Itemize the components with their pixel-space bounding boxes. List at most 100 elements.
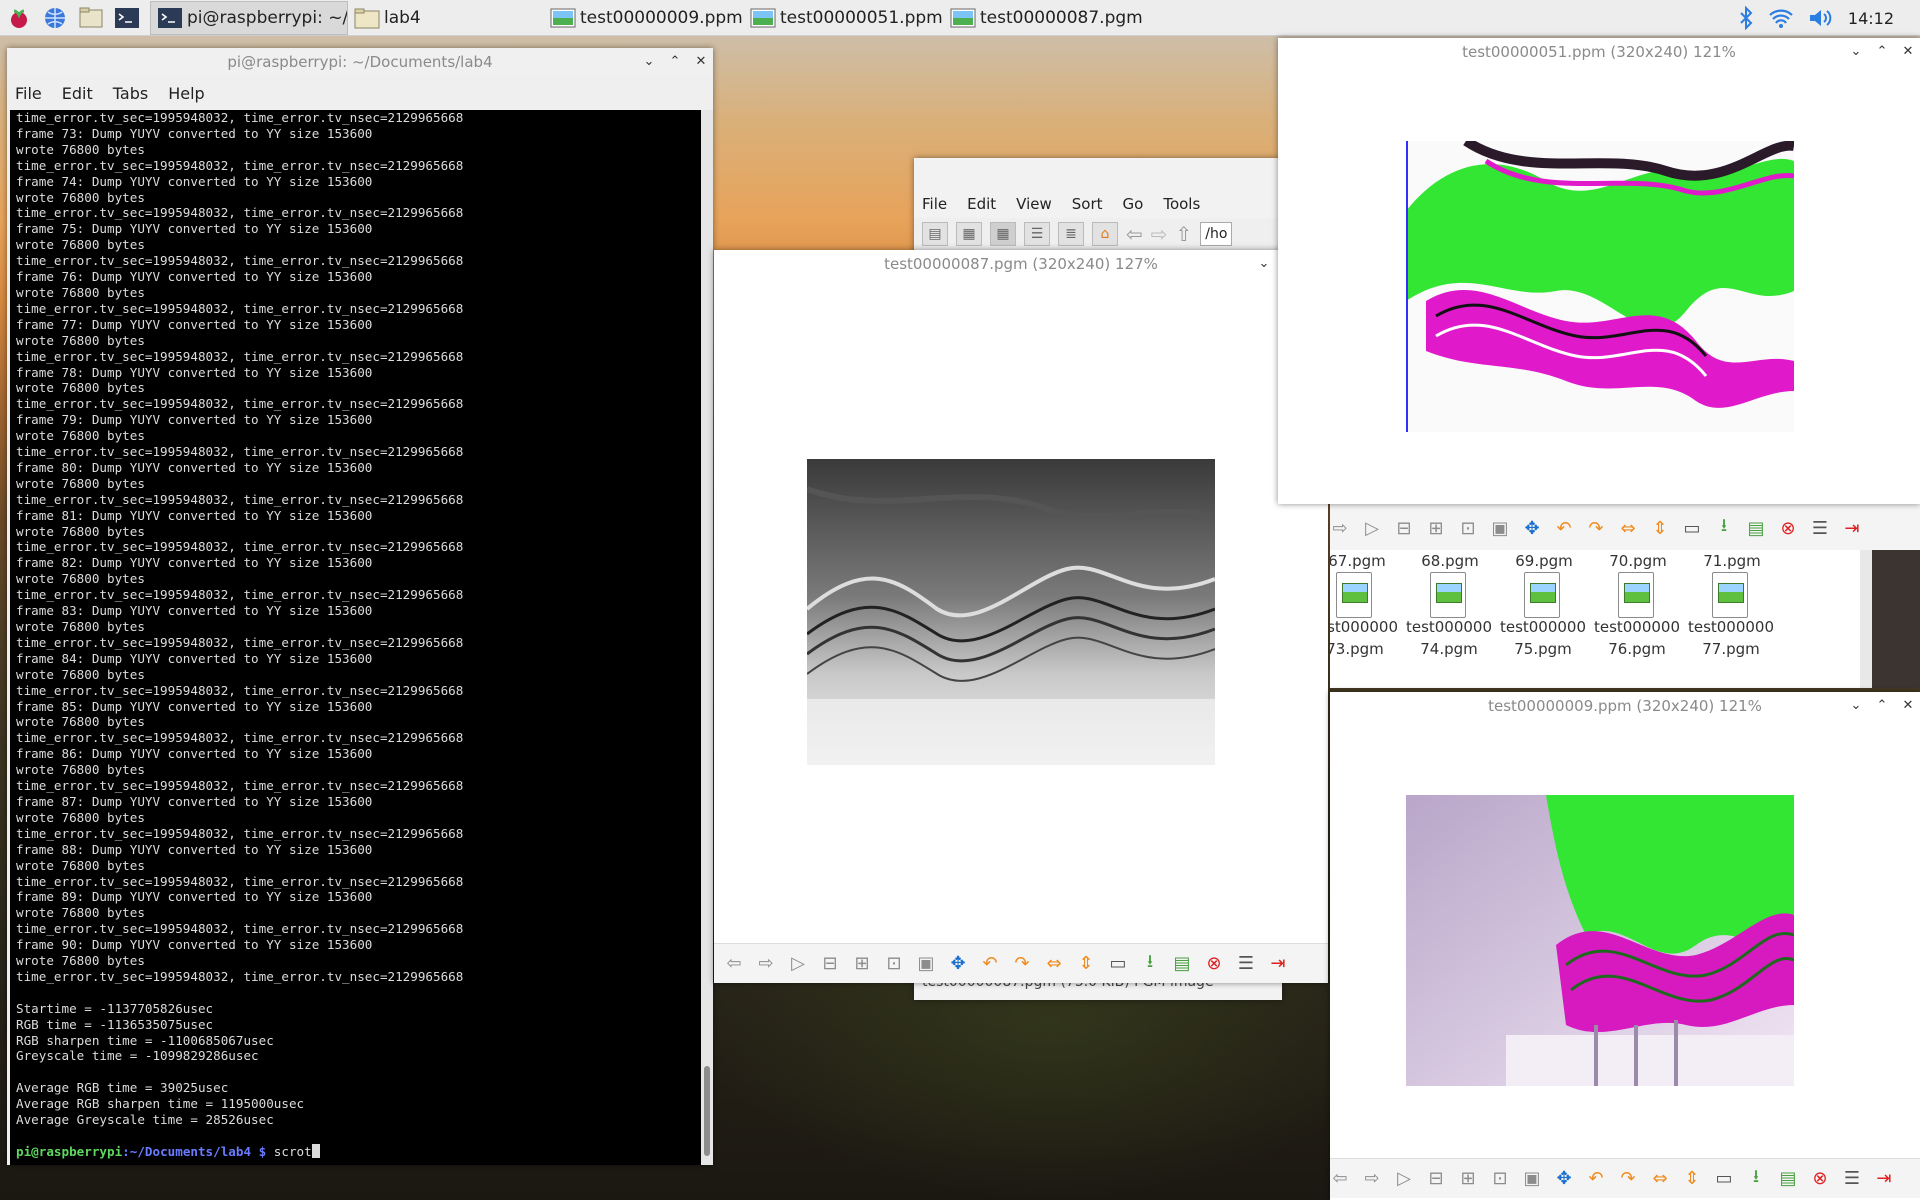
menu-tabs[interactable]: Tabs	[113, 84, 148, 103]
file-label[interactable]: 71.pgm	[1677, 550, 1787, 572]
minimize-icon[interactable]: ⌄	[1258, 256, 1270, 271]
new-window-icon[interactable]: ▤	[922, 222, 948, 246]
viewer-51-titlebar[interactable]: test00000051.ppm (320x240) 121% ⌄ ⌃ ✕	[1278, 38, 1920, 66]
close-icon[interactable]: ✕	[1902, 698, 1914, 713]
prev-icon[interactable]: ⇦	[722, 952, 746, 976]
menu-help[interactable]: Help	[168, 84, 204, 103]
fm-menu-tools[interactable]: Tools	[1163, 195, 1200, 213]
prev-icon[interactable]: ⇦	[1330, 1167, 1352, 1191]
rotate-right-icon[interactable]: ↷	[1584, 516, 1608, 540]
rotate-right-icon[interactable]: ↷	[1010, 952, 1034, 976]
save-as-icon[interactable]: ▤	[1744, 516, 1768, 540]
file-manager-icon[interactable]	[74, 1, 108, 35]
fm-menu-go[interactable]: Go	[1123, 195, 1144, 213]
raspberry-menu-icon[interactable]	[2, 1, 36, 35]
minimize-icon[interactable]: ⌄	[643, 54, 655, 69]
viewer-87-titlebar[interactable]: test00000087.pgm (320x240) 127% ⌄⌃✕	[714, 250, 1328, 278]
save-icon[interactable]: ⭳	[1138, 951, 1162, 976]
fullscreen-icon[interactable]: ✥	[946, 952, 970, 976]
zoom-fit-icon[interactable]: ⊡	[1488, 1167, 1512, 1191]
viewer-09-titlebar[interactable]: test00000009.ppm (320x240) 121% ⌄ ⌃ ✕	[1330, 692, 1920, 720]
zoom-fit-icon[interactable]: ⊡	[1456, 516, 1480, 540]
task-viewer-09[interactable]: test00000009.ppm (3...	[544, 1, 744, 35]
maximize-icon[interactable]: ⌃	[1876, 44, 1888, 59]
maximize-icon[interactable]: ⌃	[1876, 698, 1888, 713]
flip-v-icon[interactable]: ⇕	[1680, 1167, 1704, 1191]
fm-scrollbar[interactable]	[1860, 550, 1872, 688]
zoom-fit-icon[interactable]: ⊡	[882, 952, 906, 976]
fullscreen-icon[interactable]: ✥	[1552, 1167, 1576, 1191]
zoom-in-icon[interactable]: ⊞	[850, 952, 874, 976]
preferences-icon[interactable]: ☰	[1840, 1167, 1864, 1191]
terminal-prompt[interactable]: pi@raspberrypi:~/Documents/lab4 $ scrot	[16, 1143, 708, 1160]
zoom-out-icon[interactable]: ⊟	[818, 952, 842, 976]
preferences-icon[interactable]: ☰	[1234, 952, 1258, 976]
save-icon[interactable]: ⭳	[1744, 1166, 1768, 1191]
zoom-out-icon[interactable]: ⊟	[1392, 516, 1416, 540]
preferences-icon[interactable]: ☰	[1808, 516, 1832, 540]
flip-v-icon[interactable]: ⇕	[1074, 952, 1098, 976]
icon-view-icon[interactable]: ▦	[956, 222, 982, 246]
play-icon[interactable]: ▷	[1392, 1167, 1416, 1191]
zoom-100-icon[interactable]: ▣	[1520, 1167, 1544, 1191]
save-as-icon[interactable]: ▤	[1170, 952, 1194, 976]
maximize-icon[interactable]: ⌃	[669, 54, 681, 69]
fm-menu-edit[interactable]: Edit	[967, 195, 996, 213]
image-file-icon[interactable]	[1524, 572, 1560, 618]
file-item[interactable]: test000000 77.pgm	[1676, 616, 1786, 660]
fm-menu-file[interactable]: File	[922, 195, 947, 213]
quit-icon[interactable]: ⇥	[1266, 952, 1290, 976]
save-icon[interactable]: ⭳	[1712, 515, 1736, 540]
flip-h-icon[interactable]: ⇔	[1648, 1167, 1672, 1191]
rotate-right-icon[interactable]: ↷	[1616, 1167, 1640, 1191]
save-as-icon[interactable]: ▤	[1776, 1167, 1800, 1191]
terminal-titlebar[interactable]: pi@raspberrypi: ~/Documents/lab4 ⌄ ⌃ ✕	[7, 48, 713, 76]
rotate-left-icon[interactable]: ↶	[1584, 1167, 1608, 1191]
next-icon[interactable]: ⇨	[754, 952, 778, 976]
zoom-out-icon[interactable]: ⊟	[1424, 1167, 1448, 1191]
list-view-icon[interactable]: ≣	[1058, 222, 1084, 246]
terminal-scrollbar[interactable]	[701, 110, 713, 1165]
open-icon[interactable]: ▭	[1680, 516, 1704, 540]
scrollbar-thumb[interactable]	[704, 1066, 710, 1156]
close-icon[interactable]: ✕	[695, 54, 707, 69]
rotate-left-icon[interactable]: ↶	[1552, 516, 1576, 540]
volume-icon[interactable]	[1808, 7, 1834, 29]
rotate-left-icon[interactable]: ↶	[978, 952, 1002, 976]
wifi-icon[interactable]	[1768, 7, 1794, 29]
path-bar[interactable]: /ho	[1200, 222, 1233, 246]
play-icon[interactable]: ▷	[1360, 516, 1384, 540]
close-icon[interactable]: ✕	[1902, 44, 1914, 59]
open-icon[interactable]: ▭	[1106, 952, 1130, 976]
image-file-icon[interactable]	[1712, 572, 1748, 618]
terminal-output[interactable]: time_error.tv_sec=1995948032, time_error…	[10, 110, 708, 1165]
flip-h-icon[interactable]: ⇔	[1042, 952, 1066, 976]
up-icon[interactable]: ⇧	[1176, 222, 1193, 246]
fm-menu-sort[interactable]: Sort	[1072, 195, 1103, 213]
quit-icon[interactable]: ⇥	[1840, 516, 1864, 540]
open-icon[interactable]: ▭	[1712, 1167, 1736, 1191]
menu-edit[interactable]: Edit	[62, 84, 93, 103]
task-lab4[interactable]: lab4	[348, 1, 544, 35]
delete-icon[interactable]: ⊗	[1776, 516, 1800, 540]
back-icon[interactable]: ⇦	[1126, 222, 1143, 246]
task-viewer-51[interactable]: test00000051.ppm (3...	[744, 1, 944, 35]
fm-menu-view[interactable]: View	[1016, 195, 1052, 213]
next-icon[interactable]: ⇨	[1360, 1167, 1384, 1191]
home-icon[interactable]: ⌂	[1092, 222, 1118, 246]
task-terminal[interactable]: pi@raspberrypi: ~/Do...	[150, 0, 348, 35]
image-file-icon[interactable]	[1430, 572, 1466, 618]
task-viewer-87[interactable]: test00000087.pgm (3...	[944, 1, 1144, 35]
zoom-100-icon[interactable]: ▣	[1488, 516, 1512, 540]
quit-icon[interactable]: ⇥	[1872, 1167, 1896, 1191]
next-icon[interactable]: ⇨	[1330, 516, 1352, 540]
delete-icon[interactable]: ⊗	[1202, 952, 1226, 976]
image-file-icon[interactable]	[1336, 572, 1372, 618]
web-browser-icon[interactable]	[38, 1, 72, 35]
terminal-launcher-icon[interactable]	[110, 1, 144, 35]
play-icon[interactable]: ▷	[786, 952, 810, 976]
forward-icon[interactable]: ⇨	[1151, 222, 1168, 246]
minimize-icon[interactable]: ⌄	[1850, 44, 1862, 59]
compact-view-icon[interactable]: ☰	[1024, 222, 1050, 246]
zoom-in-icon[interactable]: ⊞	[1424, 516, 1448, 540]
